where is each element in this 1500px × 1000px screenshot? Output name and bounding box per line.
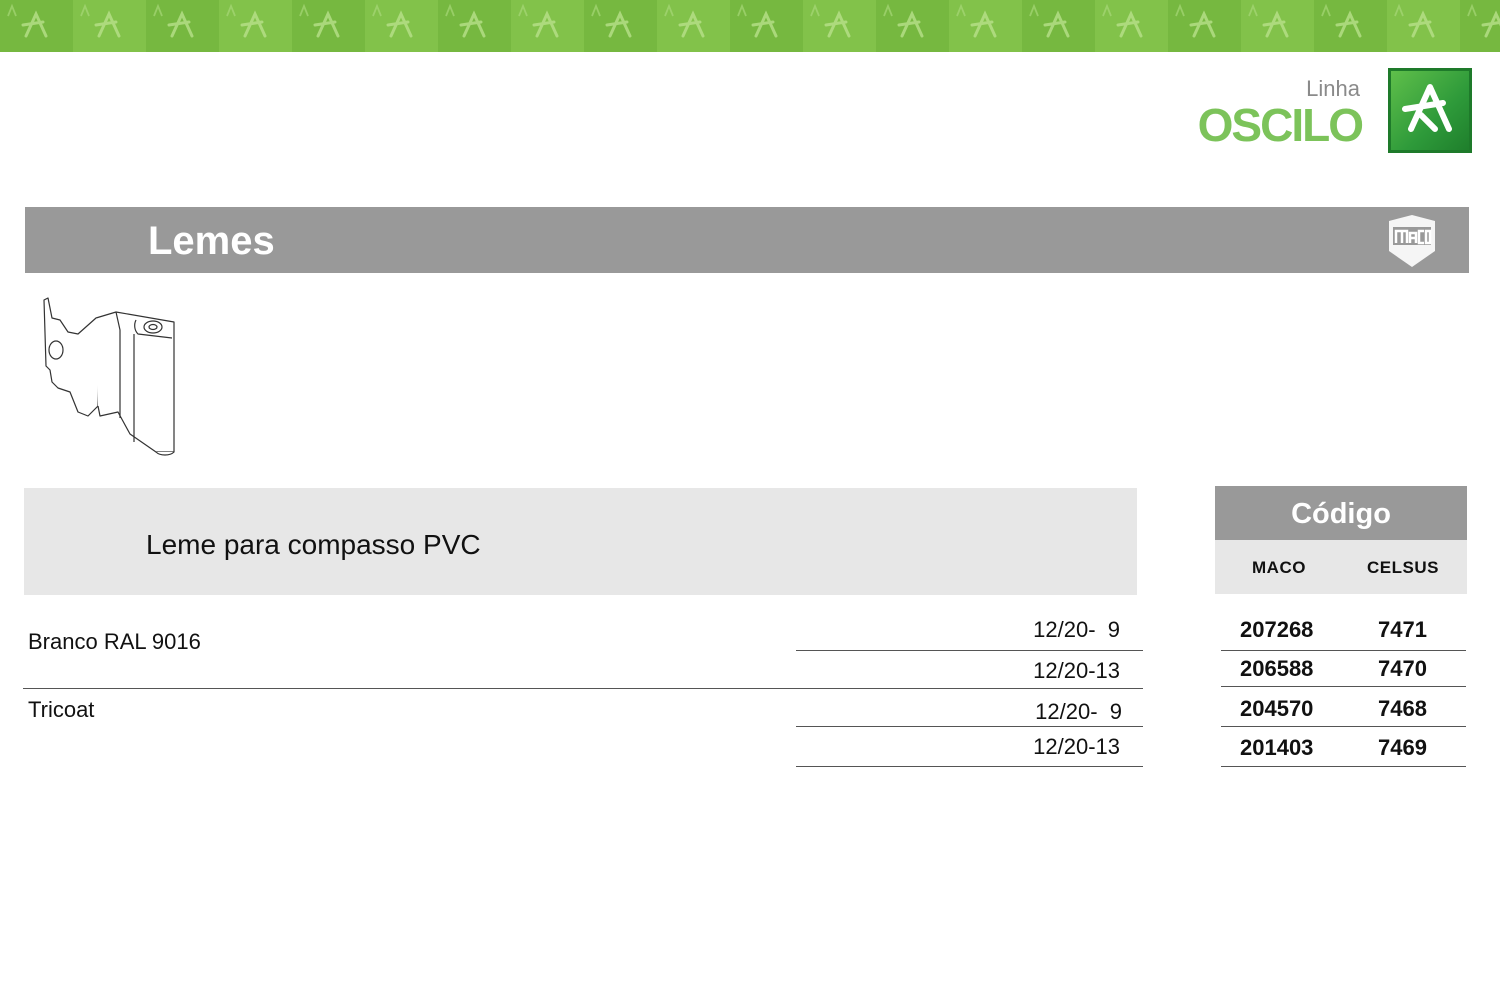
product-description: Leme para compasso PVC — [146, 529, 481, 560]
row-divider — [796, 766, 1143, 767]
row-divider — [1221, 686, 1466, 687]
top-pattern-band — [0, 0, 1500, 52]
section-title-band: Lemes — [25, 207, 1469, 273]
row-divider — [796, 650, 1143, 651]
variant-name: Tricoat — [28, 697, 95, 722]
row-divider — [1221, 650, 1466, 651]
celsus-code: 7469 — [1378, 735, 1427, 760]
celsus-code: 7468 — [1378, 696, 1427, 721]
maco-code: 204570 — [1240, 696, 1314, 721]
column-header-maco: MACO — [1252, 558, 1306, 577]
pattern-tile — [1460, 0, 1500, 52]
row-divider — [1221, 766, 1466, 767]
celsus-code: 7470 — [1378, 656, 1427, 681]
brand-name: OSCILO — [1197, 99, 1364, 151]
maco-code: 207268 — [1240, 617, 1314, 642]
size-cell: 12/20- 9 — [1035, 699, 1122, 724]
size-cell: 12/20-13 — [1033, 658, 1120, 683]
oscilo-logo-icon — [1388, 68, 1472, 153]
maco-code: 201403 — [1240, 735, 1314, 760]
size-cell: 12/20- 9 — [1033, 617, 1120, 642]
row-divider — [1221, 726, 1466, 727]
maco-code: 206588 — [1240, 656, 1314, 681]
hinge-drawing-icon — [43, 297, 175, 456]
code-title: Código — [1291, 498, 1391, 530]
celsus-code: 7471 — [1378, 617, 1427, 642]
code-title-bar: Código — [1215, 486, 1467, 540]
pattern-icon — [0, 0, 1500, 52]
product-description-box: Leme para compasso PVC — [24, 488, 1137, 595]
size-cell: 12/20-13 — [1033, 734, 1120, 759]
row-divider — [796, 726, 1143, 727]
code-table-header: Código MACO CELSUS — [1215, 486, 1467, 594]
column-header-celsus: CELSUS — [1367, 558, 1439, 577]
brand-block: Linha OSCILO — [1172, 68, 1472, 156]
variant-name: Branco RAL 9016 — [28, 629, 201, 654]
maco-logo-icon — [1389, 215, 1435, 267]
variant-divider — [23, 688, 1143, 689]
page-title: Lemes — [148, 219, 275, 263]
